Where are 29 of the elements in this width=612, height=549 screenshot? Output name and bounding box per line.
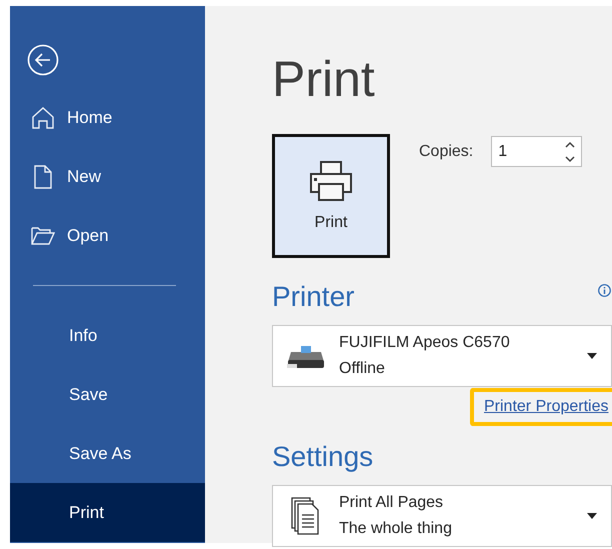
sidebar-item[interactable]: Save [10, 365, 205, 424]
sidebar-item[interactable]: Home [10, 88, 205, 147]
section-heading: Printer [272, 280, 354, 314]
printer-dropdown[interactable]: FUJIFILM Apeos C6570 Offline [272, 325, 612, 387]
print-range-dropdown[interactable]: Print All Pages The whole thing [272, 485, 612, 547]
info-icon[interactable] [598, 284, 611, 296]
copies-spinner[interactable]: 1 [491, 136, 582, 167]
page-title: Print [272, 50, 376, 109]
sidebar-item[interactable]: Info [10, 306, 205, 365]
home-icon [31, 106, 55, 130]
pages-icon [291, 497, 321, 535]
printer-icon [310, 160, 352, 202]
sidebar-item[interactable]: Save As [10, 424, 205, 483]
blank-page-icon [32, 164, 54, 188]
section-heading: Settings [272, 440, 374, 474]
sidebar-item[interactable]: New [10, 147, 205, 206]
range-subtitle: The whole thing [339, 520, 453, 538]
sidebar-item[interactable]: Print [10, 483, 205, 542]
dropdown-caret-icon[interactable] [587, 513, 597, 519]
printer-properties-link[interactable]: Printer Properties [470, 388, 612, 426]
printer-status: Offline [339, 360, 386, 378]
print-button[interactable]: Print [272, 134, 390, 258]
range-title: Print All Pages [339, 494, 444, 512]
sidebar-item[interactable]: Open [10, 206, 205, 265]
folder-icon [31, 226, 55, 246]
spin-arrows-icon[interactable] [565, 140, 576, 164]
printer-name: FUJIFILM Apeos C6570 [339, 334, 511, 352]
copies-label: Copies: [419, 142, 474, 160]
dropdown-caret-icon[interactable] [587, 353, 597, 359]
